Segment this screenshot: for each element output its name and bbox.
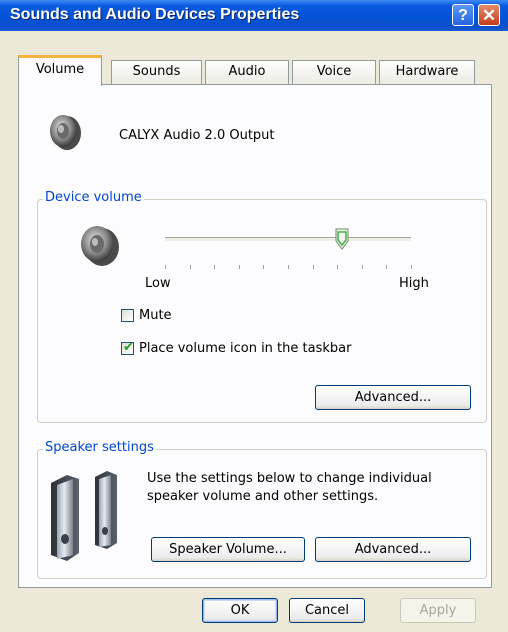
mute-label[interactable]: Mute <box>139 308 172 323</box>
speaker-description-line-2: speaker volume and other settings. <box>147 489 379 504</box>
slider-tick <box>165 265 166 269</box>
slider-tick <box>337 265 338 269</box>
speaker-advanced-button[interactable]: Advanced... <box>315 537 471 562</box>
slider-tick <box>362 265 363 269</box>
volume-high-label: High <box>399 276 429 291</box>
device-volume-legend: Device volume <box>43 190 144 205</box>
volume-slider-track[interactable] <box>165 237 411 242</box>
volume-slider-thumb[interactable] <box>335 228 349 250</box>
help-icon: ? <box>458 7 468 24</box>
volume-low-label: Low <box>145 276 171 291</box>
speaker-volume-button[interactable]: Speaker Volume... <box>151 537 305 562</box>
tab-hardware[interactable]: Hardware <box>379 60 475 84</box>
taskbar-icon-label[interactable]: Place volume icon in the taskbar <box>139 341 351 356</box>
slider-tick <box>263 265 264 269</box>
check-mark-icon: ✔ <box>123 340 134 355</box>
tab-volume[interactable]: Volume <box>18 55 102 86</box>
slider-tick <box>239 265 240 269</box>
mute-checkbox[interactable] <box>121 309 134 322</box>
apply-button[interactable]: Apply <box>400 598 476 623</box>
speaker-settings-legend: Speaker settings <box>43 440 156 455</box>
speaker-description-line-1: Use the settings below to change individ… <box>147 471 432 486</box>
slider-tick <box>190 265 191 269</box>
tab-voice[interactable]: Voice <box>292 60 376 84</box>
title-bar[interactable]: Sounds and Audio Devices Properties ? ✕ <box>0 0 508 31</box>
slider-tick <box>288 265 289 269</box>
tab-sounds[interactable]: Sounds <box>111 60 202 84</box>
ok-button[interactable]: OK <box>202 598 278 623</box>
slider-tick <box>214 265 215 269</box>
slider-tick <box>411 265 412 269</box>
taskbar-icon-checkbox[interactable]: ✔ <box>121 340 134 355</box>
tab-audio[interactable]: Audio <box>205 60 289 84</box>
desktop-speakers-icon <box>51 471 117 561</box>
slider-tick <box>313 265 314 269</box>
window-title: Sounds and Audio Devices Properties <box>10 6 300 23</box>
speaker-icon <box>81 226 119 266</box>
cancel-button[interactable]: Cancel <box>289 598 365 623</box>
slider-tick <box>386 265 387 269</box>
close-button[interactable]: ✕ <box>478 4 500 26</box>
speaker-icon <box>50 115 81 150</box>
device-name: CALYX Audio 2.0 Output <box>119 128 275 143</box>
help-button[interactable]: ? <box>452 4 474 26</box>
close-icon: ✕ <box>481 6 497 25</box>
device-advanced-button[interactable]: Advanced... <box>315 385 471 410</box>
volume-tab-panel: CALYX Audio 2.0 Output Device volume Low… <box>18 84 492 588</box>
